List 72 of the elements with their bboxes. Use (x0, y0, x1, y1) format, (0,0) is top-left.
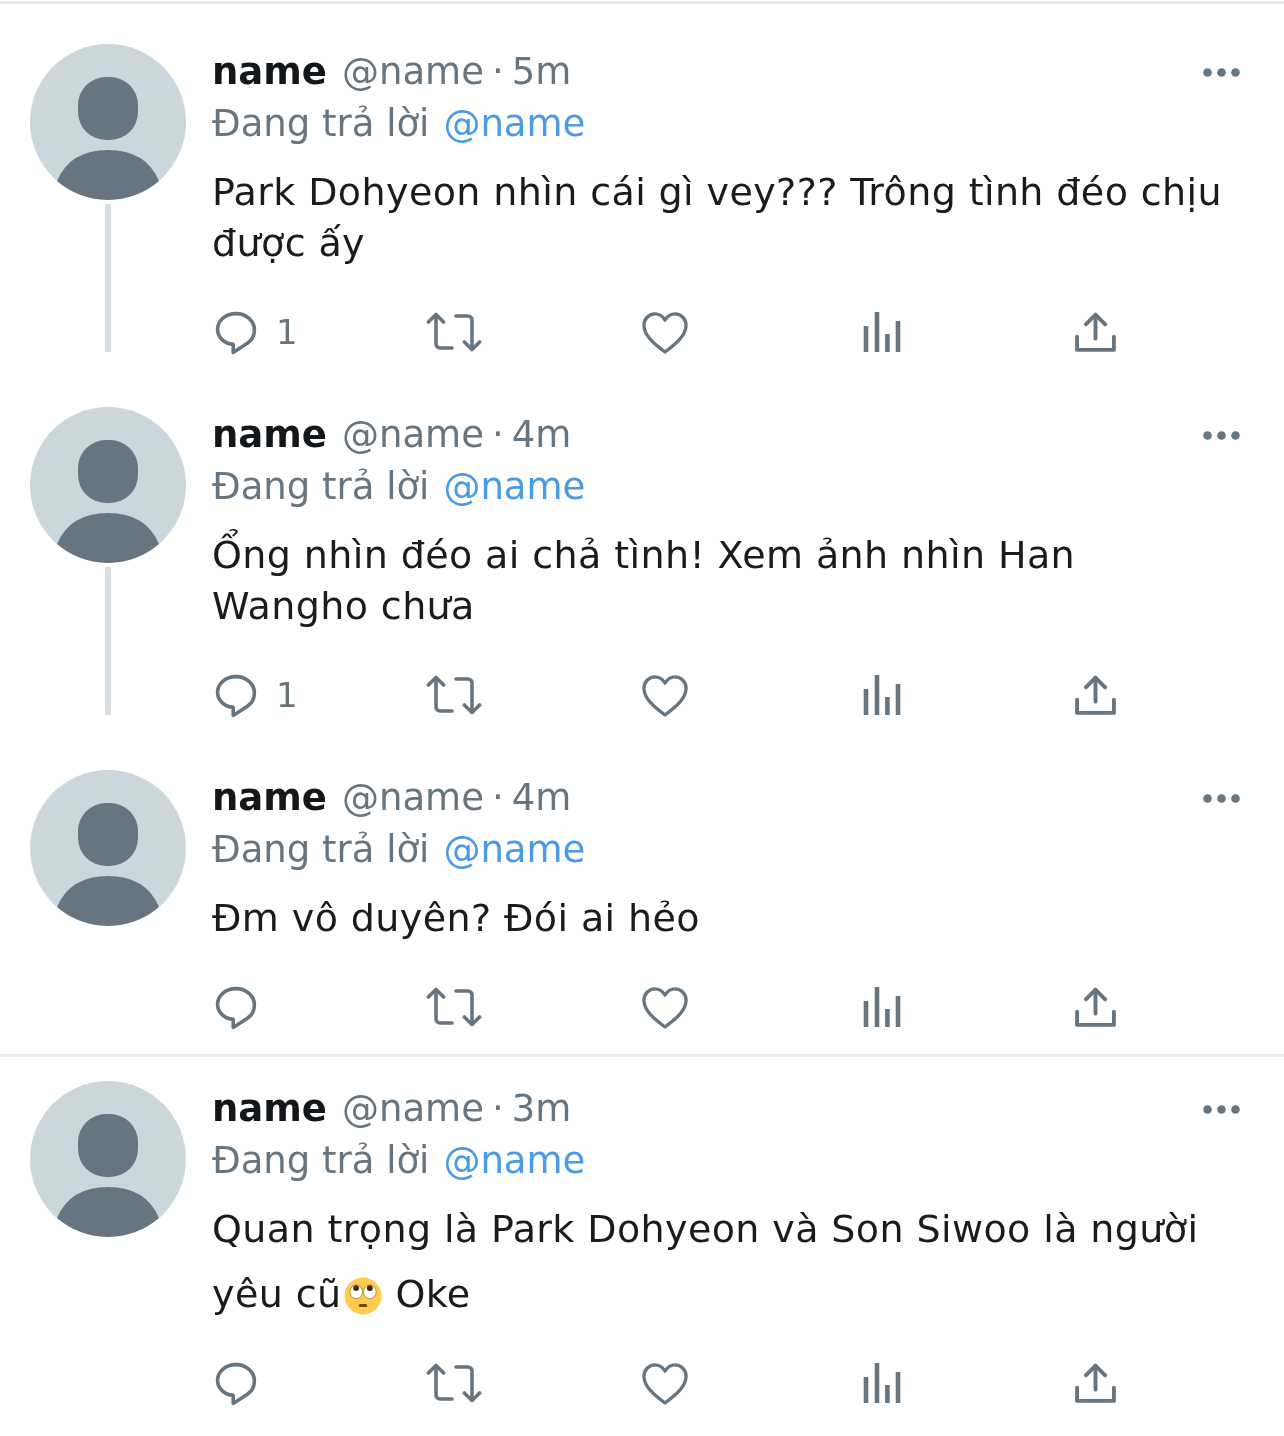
tweet-text: Oke (395, 1272, 471, 1316)
default-avatar[interactable] (30, 1081, 186, 1237)
share-button[interactable] (1074, 986, 1117, 1028)
more-options-icon[interactable] (1203, 1104, 1240, 1114)
tweet-text: Park Dohyeon nhìn cái gì vey??? Trông tình đéo chịu được ấy (212, 170, 1222, 265)
timestamp: 5m (511, 50, 572, 93)
share-icon (1074, 674, 1117, 716)
default-avatar[interactable] (30, 44, 186, 200)
more-options-icon[interactable] (1203, 67, 1240, 77)
retweet-button[interactable] (426, 987, 482, 1027)
heart-icon (640, 309, 690, 355)
views-button[interactable] (862, 312, 902, 352)
bar-chart-icon (862, 312, 902, 352)
tweet-text: Quan trọng là Park Dohyeon và Son Siwoo là người (212, 1207, 1199, 1251)
retweet-button[interactable] (426, 1363, 482, 1403)
mention-link[interactable]: @name (443, 465, 586, 508)
like-button[interactable] (640, 672, 690, 718)
mention-link[interactable]: @name (443, 102, 586, 145)
user-handle: @name (341, 1087, 484, 1130)
replying-to-label: Đang trả lời (212, 1139, 430, 1182)
replying-to-label: Đang trả lời (212, 102, 430, 145)
timestamp: 4m (511, 413, 572, 456)
tweet-text: Đm vô duyên? Đói ai hẻo (212, 896, 700, 940)
mention-link[interactable]: @name (443, 1139, 586, 1182)
display-name[interactable]: name (212, 776, 327, 819)
share-button[interactable] (1074, 311, 1117, 353)
more-options-icon[interactable] (1203, 430, 1240, 440)
bar-chart-icon (862, 675, 902, 715)
separator-dot: · (491, 50, 504, 93)
reply-button[interactable]: 1 (212, 308, 298, 356)
share-icon (1074, 986, 1117, 1028)
share-icon (1074, 1362, 1117, 1404)
display-name[interactable]: name (212, 50, 327, 93)
share-button[interactable] (1074, 674, 1117, 716)
user-handle: @name (341, 50, 484, 93)
user-handle: @name (341, 413, 484, 456)
retweet-button[interactable] (426, 312, 482, 352)
separator-dot: · (491, 413, 504, 456)
heart-icon (640, 984, 690, 1030)
default-avatar[interactable] (30, 407, 186, 563)
separator-dot: · (491, 1087, 504, 1130)
reply-button[interactable]: 1 (212, 671, 298, 719)
like-button[interactable] (640, 1360, 690, 1406)
tweet-text: yêu cũ (212, 1272, 342, 1316)
timestamp: 3m (511, 1087, 572, 1130)
timestamp: 4m (511, 776, 572, 819)
mention-link[interactable]: @name (443, 828, 586, 871)
loop-arrows-icon (426, 1363, 482, 1403)
user-handle: @name (341, 776, 484, 819)
bar-chart-icon (862, 1363, 902, 1403)
loop-arrows-icon (426, 987, 482, 1027)
heart-icon (640, 672, 690, 718)
like-button[interactable] (640, 984, 690, 1030)
display-name[interactable]: name (212, 413, 327, 456)
views-button[interactable] (862, 675, 902, 715)
bar-chart-icon (862, 987, 902, 1027)
retweet-button[interactable] (426, 675, 482, 715)
loop-arrows-icon (426, 312, 482, 352)
like-button[interactable] (640, 309, 690, 355)
loop-arrows-icon (426, 675, 482, 715)
share-button[interactable] (1074, 1362, 1117, 1404)
default-avatar[interactable] (30, 770, 186, 926)
views-button[interactable] (862, 1363, 902, 1403)
share-icon (1074, 311, 1117, 353)
eye-roll-emoji-icon (344, 1277, 383, 1315)
display-name[interactable]: name (212, 1087, 327, 1130)
replying-to-label: Đang trả lời (212, 828, 430, 871)
heart-icon (640, 1360, 690, 1406)
replying-to-label: Đang trả lời (212, 465, 430, 508)
separator-dot: · (491, 776, 504, 819)
more-options-icon[interactable] (1203, 793, 1240, 803)
views-button[interactable] (862, 987, 902, 1027)
